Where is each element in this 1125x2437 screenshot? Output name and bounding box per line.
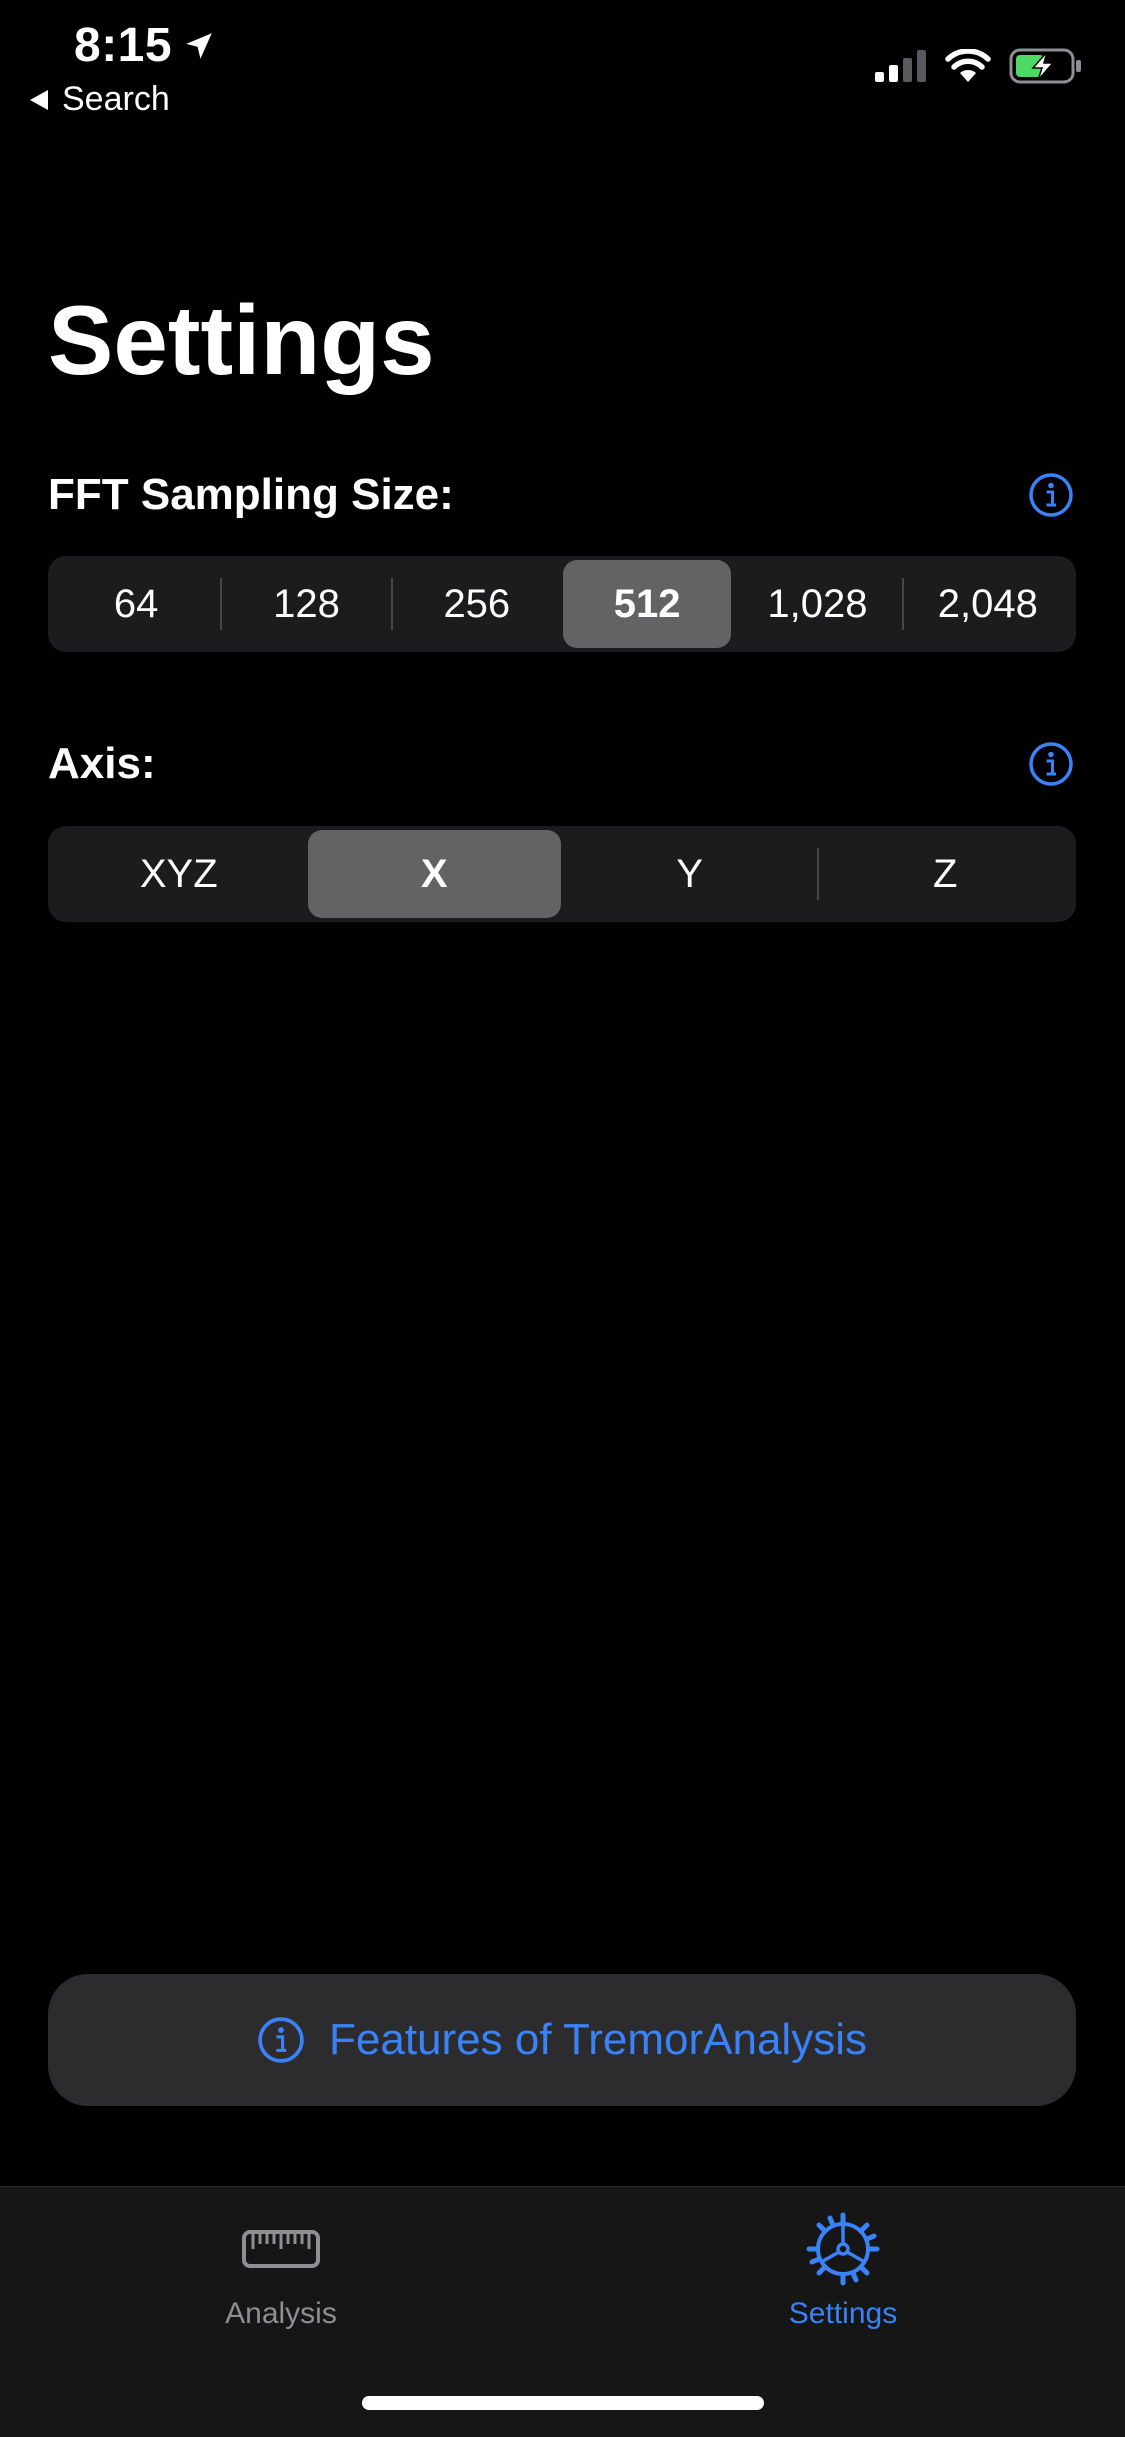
back-to-search-link[interactable]: Search (30, 80, 170, 119)
info-circle-icon (1029, 473, 1073, 517)
tab-analysis-label: Analysis (225, 2297, 337, 2330)
features-button-label: Features of TremorAnalysis (329, 2015, 867, 2064)
fft-sampling-segmented-control[interactable]: 64 128 256 512 1,028 2,048 (48, 556, 1076, 652)
features-button[interactable]: Features of TremorAnalysis (48, 1974, 1076, 2106)
fft-info-button[interactable] (1027, 471, 1075, 519)
status-time: 8:15 (74, 18, 216, 73)
status-time-text: 8:15 (74, 19, 173, 72)
fft-option-1028[interactable]: 1,028 (733, 560, 901, 648)
axis-section-label: Axis: (48, 739, 156, 788)
tab-settings-label: Settings (788, 2297, 898, 2330)
axis-option-xyz[interactable]: XYZ (52, 830, 306, 918)
info-circle-icon (1029, 742, 1073, 786)
axis-option-x[interactable]: X (307, 830, 561, 918)
axis-section-header: Axis: (48, 734, 1075, 794)
page-title: Settings (48, 285, 435, 395)
ruler-icon (242, 2230, 320, 2268)
wifi-icon (945, 49, 991, 82)
battery-charging-icon (1009, 48, 1081, 84)
fft-option-64[interactable]: 64 (52, 560, 220, 648)
tab-settings[interactable]: Settings (693, 2209, 993, 2331)
status-indicators (875, 48, 1083, 84)
fft-option-2048[interactable]: 2,048 (904, 560, 1072, 648)
fft-option-512[interactable]: 512 (562, 560, 732, 648)
fft-section-label: FFT Sampling Size: (48, 470, 454, 519)
axis-info-button[interactable] (1027, 740, 1075, 788)
axis-segmented-control[interactable]: XYZ X Y Z (48, 826, 1076, 922)
signal-icon (875, 50, 926, 82)
tab-analysis[interactable]: Analysis (131, 2209, 431, 2331)
axis-option-y[interactable]: Y (563, 830, 817, 918)
fft-option-256[interactable]: 256 (393, 560, 561, 648)
fft-section-header: FFT Sampling Size: (48, 465, 1075, 525)
back-triangle-icon (30, 89, 48, 110)
gear-icon (806, 2212, 880, 2286)
home-indicator[interactable] (362, 2396, 764, 2410)
location-arrow-icon (186, 32, 212, 59)
fft-option-128[interactable]: 128 (222, 560, 390, 648)
back-label: Search (62, 80, 170, 118)
info-circle-icon (258, 2017, 304, 2063)
axis-option-z[interactable]: Z (819, 830, 1073, 918)
